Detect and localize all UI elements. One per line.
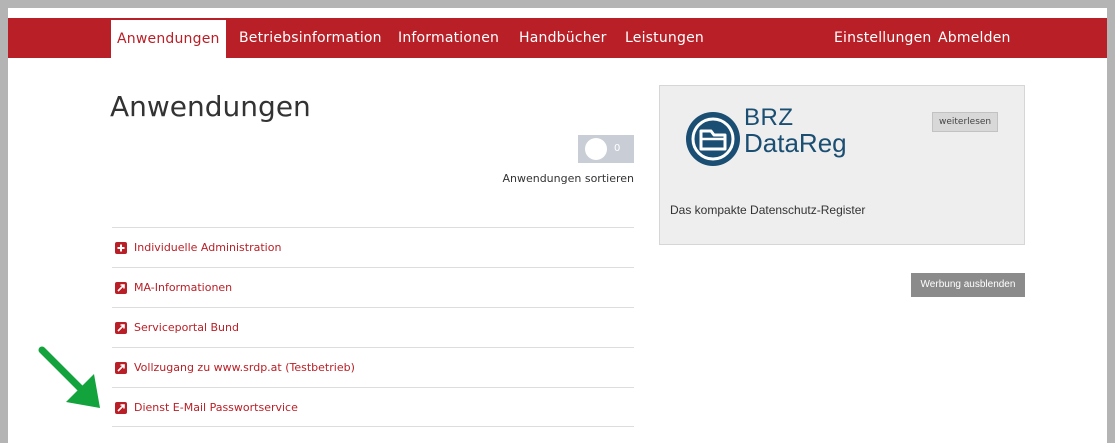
app-link-serviceportal-bund[interactable]: Serviceportal Bund bbox=[115, 321, 239, 334]
list-item: Dienst E-Mail Passwortservice bbox=[112, 387, 634, 427]
list-item: Serviceportal Bund bbox=[112, 307, 634, 347]
app-link-email-passwortservice[interactable]: Dienst E-Mail Passwortservice bbox=[115, 401, 298, 414]
app-label: Dienst E-Mail Passwortservice bbox=[134, 401, 298, 414]
nav-tab-leistungen[interactable]: Leistungen bbox=[625, 18, 704, 58]
toggle-knob bbox=[585, 138, 607, 160]
window-frame-right bbox=[1107, 0, 1115, 443]
external-link-icon bbox=[115, 281, 127, 294]
app-link-srdp-vollzugang[interactable]: Vollzugang zu www.srdp.at (Testbetrieb) bbox=[115, 361, 355, 374]
external-link-icon bbox=[115, 321, 127, 334]
hide-ads-button[interactable]: Werbung ausblenden bbox=[911, 273, 1025, 297]
app-label: MA-Informationen bbox=[134, 281, 233, 294]
app-label: Vollzugang zu www.srdp.at (Testbetrieb) bbox=[134, 361, 355, 374]
nav-tab-handbuecher[interactable]: Handbücher bbox=[519, 18, 607, 58]
plus-square-icon bbox=[115, 241, 127, 254]
toggle-state-text: 0 bbox=[614, 143, 621, 154]
sort-toggle-label: Anwendungen sortieren bbox=[502, 172, 634, 185]
external-link-icon bbox=[115, 361, 127, 374]
window-frame-left bbox=[0, 0, 8, 443]
brand-name-line2: DataReg bbox=[744, 128, 847, 158]
sort-toggle[interactable]: 0 bbox=[578, 135, 634, 163]
nav-settings[interactable]: Einstellungen bbox=[834, 18, 932, 58]
nav-tab-anwendungen[interactable]: Anwendungen bbox=[111, 20, 226, 60]
ad-tagline: Das kompakte Datenschutz-Register bbox=[670, 203, 866, 217]
green-arrow-icon bbox=[38, 346, 100, 408]
external-link-icon bbox=[115, 401, 127, 414]
nav-logout[interactable]: Abmelden bbox=[938, 18, 1011, 58]
list-item: Individuelle Administration bbox=[112, 227, 634, 267]
brz-logo-icon bbox=[686, 112, 740, 166]
app-label: Individuelle Administration bbox=[134, 241, 282, 254]
window-frame-top bbox=[0, 0, 1115, 8]
app-link-individuelle-administration[interactable]: Individuelle Administration bbox=[115, 241, 281, 254]
page-title: Anwendungen bbox=[110, 90, 311, 123]
nav-tab-betriebsinformation[interactable]: Betriebsinformation bbox=[239, 18, 382, 58]
advertisement-box: BRZ DataReg weiterlesen Das kompakte Dat… bbox=[659, 85, 1025, 245]
read-more-button[interactable]: weiterlesen bbox=[932, 112, 999, 132]
application-list: Individuelle Administration MA-Informati… bbox=[112, 227, 634, 427]
main-navbar: Anwendungen Betriebsinformation Informat… bbox=[8, 18, 1107, 60]
nav-tab-informationen[interactable]: Informationen bbox=[398, 18, 499, 58]
list-item: Vollzugang zu www.srdp.at (Testbetrieb) bbox=[112, 347, 634, 387]
list-item: MA-Informationen bbox=[112, 267, 634, 307]
app-link-ma-informationen[interactable]: MA-Informationen bbox=[115, 281, 232, 294]
app-label: Serviceportal Bund bbox=[134, 321, 239, 334]
